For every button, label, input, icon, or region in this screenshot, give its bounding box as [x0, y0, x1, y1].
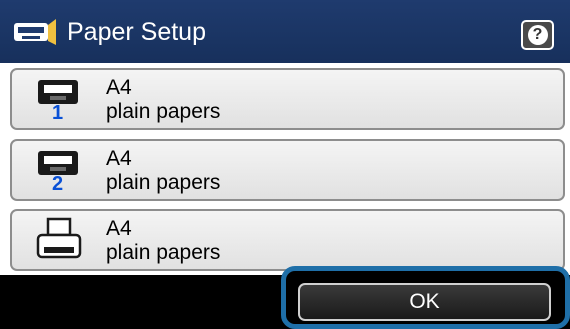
paper-type-label: plain papers [106, 171, 221, 194]
ok-focus-highlight: OK [281, 266, 570, 329]
help-button[interactable]: ? [521, 20, 554, 50]
paper-source-cassette-2[interactable]: 2 A4 plain papers [10, 139, 565, 201]
ok-button[interactable]: OK [298, 283, 551, 321]
paper-size-label: A4 [106, 76, 132, 99]
paper-source-cassette-1[interactable]: 1 A4 plain papers [10, 68, 565, 130]
page-title: Paper Setup [67, 18, 206, 46]
tray-number-badge: 2 [52, 173, 64, 195]
tray-number-badge: 1 [52, 102, 64, 124]
paper-type-label: plain papers [106, 100, 221, 123]
paper-source-rear-feed[interactable]: A4 plain papers [10, 209, 565, 271]
paper-size-label: A4 [106, 147, 132, 170]
paper-type-label: plain papers [106, 241, 221, 264]
rear-feed-slot-icon [36, 217, 82, 259]
paper-cassette-icon [14, 19, 56, 45]
help-icon: ? [527, 25, 548, 45]
paper-source-list: 1 A4 plain papers 2 A4 plain papers A4 p… [0, 63, 570, 275]
header-bar: Paper Setup ? [0, 0, 570, 63]
paper-size-label: A4 [106, 217, 132, 240]
